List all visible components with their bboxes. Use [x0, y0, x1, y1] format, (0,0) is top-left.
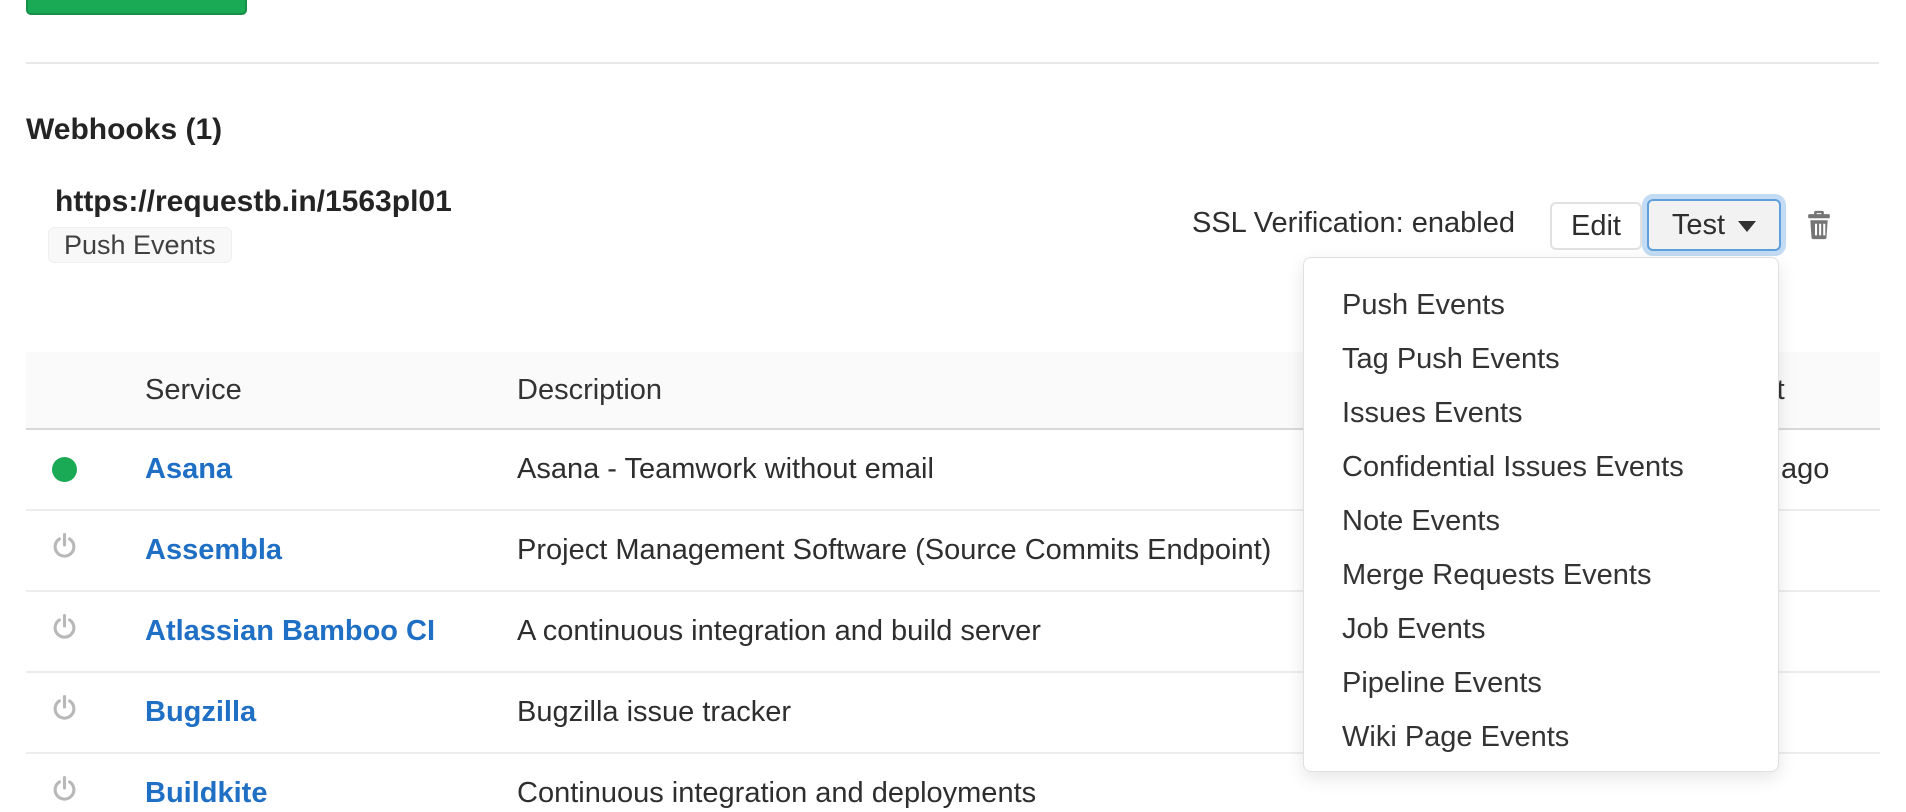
push-events-badge: Push Events — [48, 227, 232, 263]
webhooks-section-title: Webhooks (1) — [26, 112, 222, 148]
add-webhook-button[interactable] — [26, 0, 247, 15]
dropdown-item-confidential-issues-events[interactable]: Confidential Issues Events — [1304, 440, 1778, 494]
dropdown-item-job-events[interactable]: Job Events — [1304, 602, 1778, 656]
section-divider — [26, 62, 1879, 64]
dropdown-item-issues-events[interactable]: Issues Events — [1304, 386, 1778, 440]
test-button-label: Test — [1672, 209, 1725, 242]
dropdown-item-push-events[interactable]: Push Events — [1304, 278, 1778, 332]
power-icon — [52, 532, 77, 569]
ssl-verification-status: SSL Verification: enabled — [1192, 206, 1515, 240]
dropdown-item-tag-push-events[interactable]: Tag Push Events — [1304, 332, 1778, 386]
trash-icon — [1806, 229, 1832, 244]
webhook-url: https://requestb.in/1563pl01 — [55, 186, 452, 218]
dropdown-item-pipeline-events[interactable]: Pipeline Events — [1304, 656, 1778, 710]
service-description: Continuous integration and deployments — [517, 777, 1675, 810]
service-link[interactable]: Asana — [145, 453, 232, 485]
service-link[interactable]: Buildkite — [145, 777, 267, 809]
dropdown-item-wiki-page-events[interactable]: Wiki Page Events — [1304, 710, 1778, 764]
power-icon — [52, 613, 77, 650]
active-status-dot-icon — [52, 457, 77, 482]
edit-webhook-button[interactable]: Edit — [1550, 202, 1642, 250]
service-link[interactable]: Assembla — [145, 534, 282, 566]
service-link[interactable]: Atlassian Bamboo CI — [145, 615, 435, 647]
dropdown-item-note-events[interactable]: Note Events — [1304, 494, 1778, 548]
test-events-dropdown-menu: Push Events Tag Push Events Issues Event… — [1303, 257, 1779, 772]
power-icon — [52, 775, 77, 812]
last-edit-cell — [1675, 777, 1880, 810]
power-icon — [52, 694, 77, 731]
service-column-header: Service — [145, 374, 517, 407]
test-webhook-dropdown-button[interactable]: Test — [1647, 199, 1781, 251]
chevron-down-icon — [1738, 221, 1756, 232]
dropdown-item-merge-requests-events[interactable]: Merge Requests Events — [1304, 548, 1778, 602]
webhooks-settings-page: Webhooks (1) https://requestb.in/1563pl0… — [0, 0, 1906, 812]
delete-webhook-button[interactable] — [1806, 209, 1832, 241]
service-link[interactable]: Bugzilla — [145, 696, 256, 728]
